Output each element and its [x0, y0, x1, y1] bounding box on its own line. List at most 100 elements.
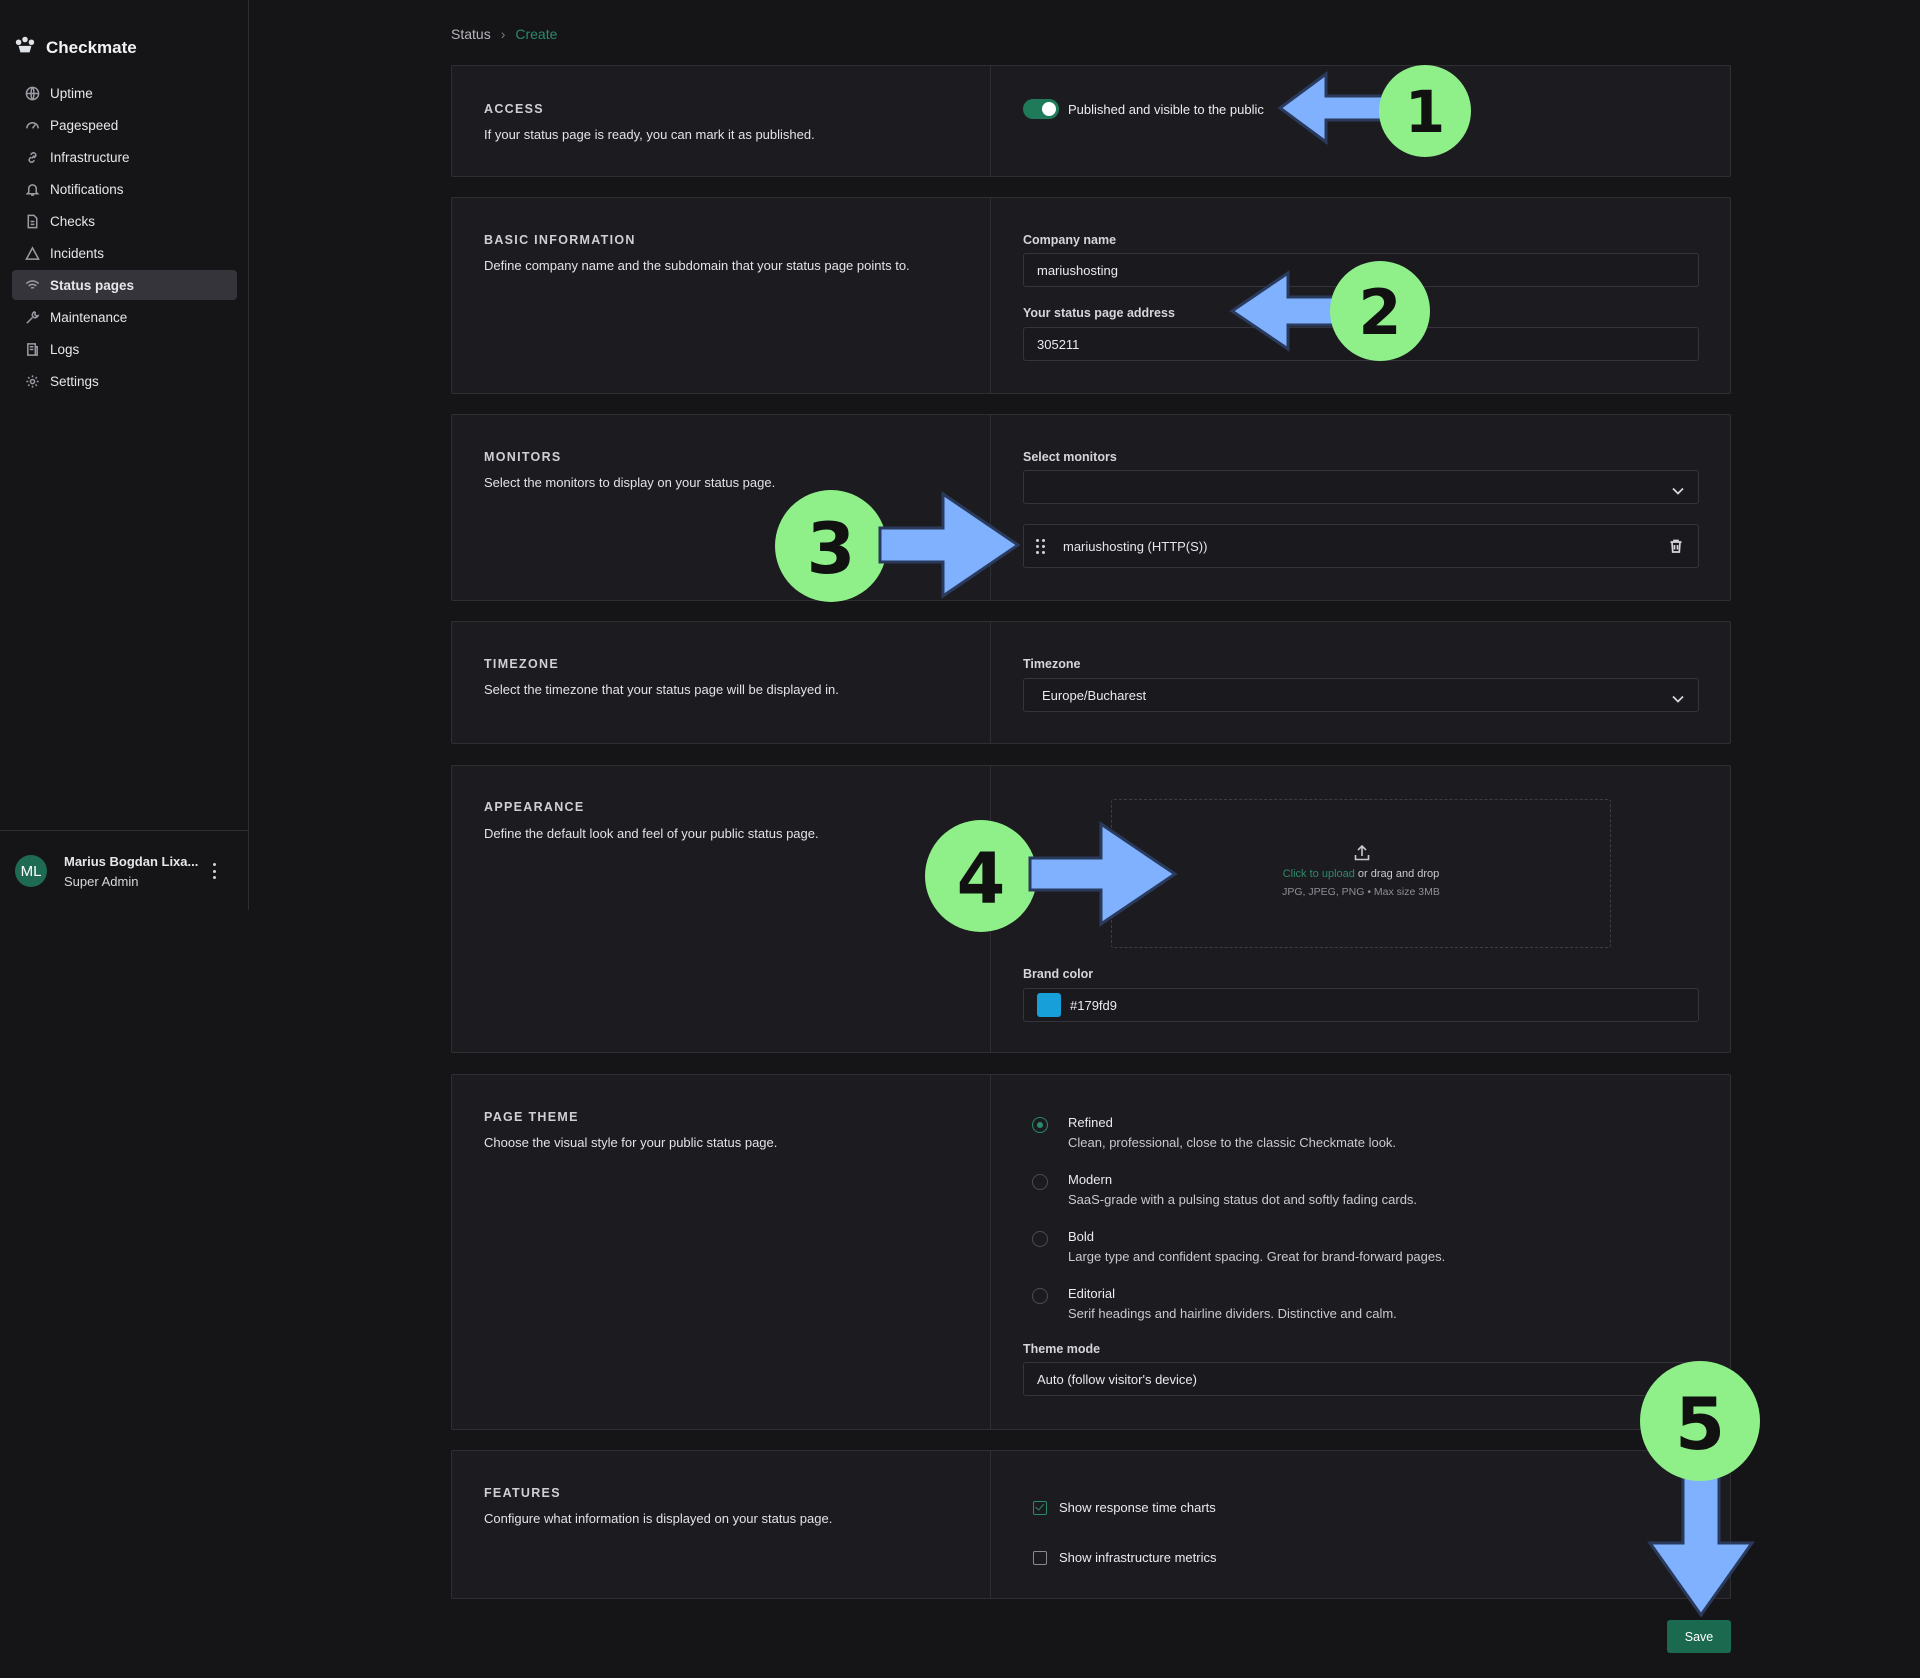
- section-divider: [990, 66, 991, 176]
- click-to-upload-link[interactable]: Click to upload: [1283, 868, 1355, 880]
- app-brand[interactable]: Checkmate: [14, 34, 137, 61]
- section-description: Select the timezone that your status pag…: [484, 682, 839, 697]
- sidebar-item-checks[interactable]: Checks: [12, 206, 237, 236]
- section-title: MONITORS: [484, 450, 562, 464]
- app-logo-icon: [14, 34, 36, 61]
- selected-monitor-item: mariushosting (HTTP(S)): [1023, 524, 1699, 568]
- bell-icon: [24, 181, 40, 197]
- section-divider: [990, 198, 991, 393]
- section-title: FEATURES: [484, 1486, 561, 1500]
- select-monitors-dropdown[interactable]: [1023, 470, 1699, 504]
- radio-icon[interactable]: [1032, 1288, 1048, 1304]
- section-divider: [990, 766, 991, 1052]
- published-toggle[interactable]: [1023, 99, 1059, 119]
- app-name: Checkmate: [46, 37, 137, 57]
- sidebar-item-label: Incidents: [50, 245, 105, 261]
- section-title: PAGE THEME: [484, 1110, 579, 1124]
- basic-information-section: BASIC INFORMATION Define company name an…: [451, 197, 1731, 394]
- breadcrumb-current: Create: [515, 26, 558, 42]
- breadcrumb: Status › Create: [451, 26, 557, 42]
- sidebar-item-notifications[interactable]: Notifications: [12, 174, 237, 204]
- section-title: TIMEZONE: [484, 657, 559, 671]
- sidebar-item-label: Infrastructure: [50, 149, 130, 165]
- section-title: BASIC INFORMATION: [484, 233, 636, 247]
- globe-icon: [24, 85, 40, 101]
- gear-icon: [24, 373, 40, 389]
- logs-icon: [24, 341, 40, 357]
- avatar[interactable]: ML: [15, 855, 47, 887]
- chevron-down-icon: [1672, 483, 1684, 495]
- sidebar-divider: [0, 830, 249, 831]
- sidebar-item-maintenance[interactable]: Maintenance: [12, 302, 237, 332]
- checkbox-icon[interactable]: [1033, 1500, 1047, 1515]
- sidebar-item-status-pages[interactable]: Status pages: [12, 270, 237, 300]
- radio-icon[interactable]: [1032, 1117, 1048, 1133]
- brand-color-label: Brand color: [1023, 967, 1094, 981]
- trash-icon[interactable]: [1668, 538, 1684, 554]
- save-button[interactable]: Save: [1667, 1620, 1731, 1653]
- upload-drag-text: or drag and drop: [1354, 868, 1440, 880]
- breadcrumb-separator-icon: ›: [500, 26, 506, 42]
- sidebar-item-infrastructure[interactable]: Infrastructure: [12, 142, 237, 172]
- access-section: ACCESS If your status page is ready, you…: [451, 65, 1731, 177]
- breadcrumb-parent[interactable]: Status: [451, 26, 491, 42]
- sidebar-item-uptime[interactable]: Uptime: [12, 78, 237, 108]
- drag-handle-icon[interactable]: [1036, 538, 1050, 554]
- section-description: If your status page is ready, you can ma…: [484, 127, 815, 142]
- sidebar-item-logs[interactable]: Logs: [12, 334, 237, 364]
- user-role: Super Admin: [64, 874, 139, 889]
- sidebar-item-settings[interactable]: Settings: [12, 366, 237, 396]
- section-divider: [990, 415, 991, 600]
- page-theme-section: PAGE THEME Choose the visual style for y…: [451, 1074, 1731, 1430]
- theme-option-title: Bold: [1068, 1229, 1095, 1244]
- timezone-label: Timezone: [1023, 657, 1081, 671]
- link-icon: [24, 149, 40, 165]
- published-toggle-label: Published and visible to the public: [1068, 102, 1264, 117]
- chevron-down-icon: [1672, 691, 1684, 703]
- radio-icon[interactable]: [1032, 1231, 1048, 1247]
- theme-mode-label: Theme mode: [1023, 1342, 1101, 1356]
- brand-color-input[interactable]: #179fd9: [1023, 988, 1699, 1022]
- timezone-select[interactable]: Europe/Bucharest: [1023, 678, 1699, 712]
- appearance-section: APPEARANCE Define the default look and f…: [451, 765, 1731, 1053]
- brand-color-value: #179fd9: [1070, 997, 1117, 1013]
- section-divider: [990, 622, 991, 743]
- wifi-icon: [24, 277, 40, 293]
- radio-icon[interactable]: [1032, 1174, 1048, 1190]
- upload-instructions: Click to upload or drag and drop: [1112, 868, 1610, 880]
- theme-option-description: Clean, professional, close to the classi…: [1068, 1135, 1397, 1150]
- theme-option-title: Modern: [1068, 1172, 1113, 1187]
- feature-infrastructure-metrics[interactable]: Show infrastructure metrics: [1033, 1550, 1217, 1565]
- select-monitors-label: Select monitors: [1023, 450, 1117, 464]
- user-menu-icon[interactable]: [206, 860, 222, 882]
- company-name-input[interactable]: mariushosting: [1023, 253, 1699, 287]
- upload-icon: [1353, 844, 1371, 862]
- feature-response-time-charts[interactable]: Show response time charts: [1033, 1500, 1216, 1515]
- brand-color-swatch[interactable]: [1037, 993, 1061, 1017]
- checkbox-icon[interactable]: [1033, 1550, 1047, 1565]
- sidebar-item-label: Checks: [50, 213, 96, 229]
- section-title: ACCESS: [484, 102, 544, 116]
- section-title: APPEARANCE: [484, 800, 585, 814]
- section-description: Select the monitors to display on your s…: [484, 475, 776, 490]
- section-description: Choose the visual style for your public …: [484, 1135, 778, 1150]
- sidebar-item-label: Settings: [50, 373, 99, 389]
- feature-label: Show response time charts: [1059, 1500, 1216, 1515]
- theme-option-description: Large type and confident spacing. Great …: [1068, 1249, 1446, 1264]
- document-icon: [24, 213, 40, 229]
- section-divider: [990, 1451, 991, 1598]
- theme-option-title: Editorial: [1068, 1286, 1115, 1301]
- timezone-value: Europe/Bucharest: [1042, 687, 1147, 703]
- section-description: Define company name and the subdomain th…: [484, 258, 910, 273]
- section-description: Configure what information is displayed …: [484, 1511, 833, 1526]
- company-name-label: Company name: [1023, 233, 1117, 247]
- sidebar: Checkmate Uptime Pagespeed Infrastructur…: [0, 0, 249, 910]
- theme-mode-select[interactable]: Auto (follow visitor's device): [1023, 1362, 1699, 1396]
- selected-monitor-name: mariushosting (HTTP(S)): [1063, 538, 1208, 554]
- features-section: FEATURES Configure what information is d…: [451, 1450, 1731, 1599]
- sidebar-item-pagespeed[interactable]: Pagespeed: [12, 110, 237, 140]
- logo-upload-dropzone[interactable]: Click to upload or drag and drop JPG, JP…: [1111, 799, 1611, 948]
- sidebar-item-incidents[interactable]: Incidents: [12, 238, 237, 268]
- status-page-address-label: Your status page address: [1023, 306, 1175, 320]
- status-page-address-input[interactable]: 305211: [1023, 327, 1699, 361]
